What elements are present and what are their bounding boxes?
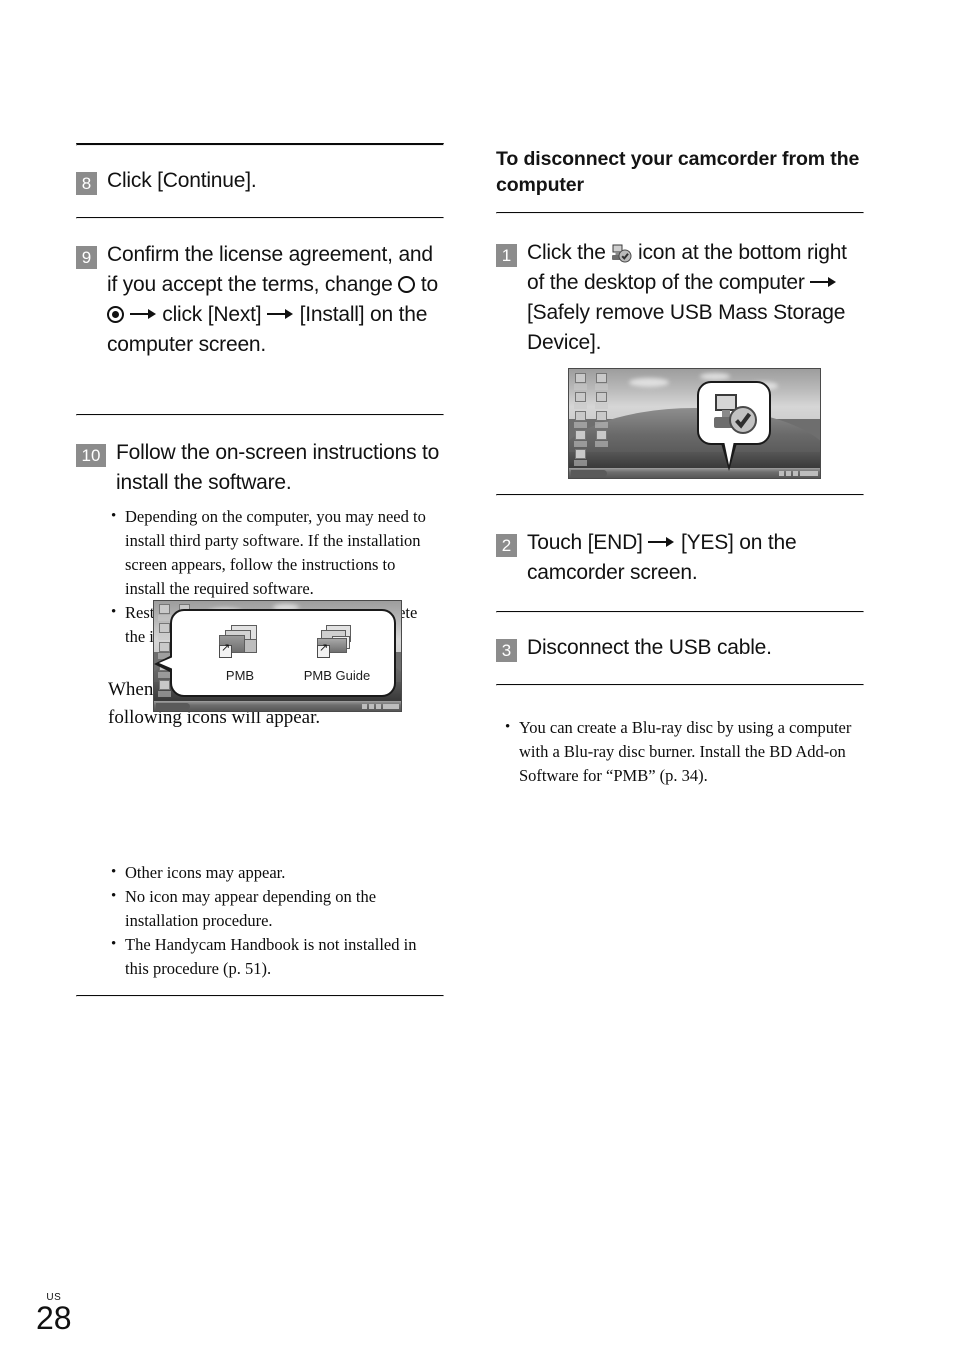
- step-8: 8 Click [Continue].: [76, 166, 442, 196]
- list-item: No icon may appear depending on the inst…: [108, 884, 438, 933]
- pmb-desktop-screenshot: PMB PMB Guide: [153, 600, 402, 712]
- shortcut-arrow-icon: [219, 642, 232, 658]
- step-2-text: Touch [END] [YES] on the camcorder scree…: [527, 528, 866, 588]
- desktop-icon: [574, 430, 587, 447]
- safely-remove-usb-icon: [611, 242, 632, 263]
- divider: [76, 217, 444, 219]
- step-3: 3 Disconnect the USB cable.: [496, 633, 866, 663]
- callout-bubble: PMB PMB Guide: [154, 609, 396, 697]
- taskbar: [154, 701, 401, 711]
- pmb-shortcut-icon[interactable]: PMB: [202, 625, 278, 683]
- icon-label: PMB Guide: [303, 668, 371, 683]
- safely-remove-usb-icon-zoom: [712, 393, 758, 440]
- list-item: Depending on the computer, you may need …: [108, 504, 434, 601]
- step-number-badge: 8: [76, 172, 97, 195]
- system-tray: [362, 704, 399, 709]
- shortcut-arrow-icon: [317, 642, 330, 658]
- step-number-badge: 2: [496, 534, 517, 557]
- desktop-icon: [574, 373, 587, 390]
- arrow-right-icon: [129, 308, 157, 320]
- divider: [76, 995, 444, 997]
- step-9-text-d: click [Next]: [156, 303, 268, 326]
- step-9: 9 Confirm the license agreement, and if …: [76, 240, 442, 360]
- step-number-badge: 1: [496, 244, 517, 267]
- divider: [496, 212, 864, 214]
- step-9-text-b: to: [415, 273, 439, 296]
- radio-selected-icon: [107, 306, 124, 323]
- desktop-icon: [595, 430, 608, 447]
- callout-bubble: [697, 381, 771, 471]
- taskbar: [569, 468, 820, 478]
- final-note-list: You can create a Blu-ray disc by using a…: [502, 715, 870, 788]
- start-button[interactable]: [156, 703, 190, 710]
- list-item: The Handycam Handbook is not installed i…: [108, 932, 438, 981]
- step-1-text: Click the icon at the bottom right of th…: [527, 238, 866, 358]
- step-9-text-a: Confirm the license agreement, and if yo…: [107, 243, 433, 296]
- step-1-text-c: [Safely remove USB Mass Storage Device].: [527, 301, 846, 354]
- step-3-text: Disconnect the USB cable.: [527, 636, 772, 659]
- start-button[interactable]: [571, 470, 607, 477]
- arrow-right-icon: [267, 308, 294, 320]
- step-10: 10 Follow the on-screen instructions to …: [76, 438, 442, 498]
- list-item: You can create a Blu-ray disc by using a…: [502, 715, 870, 788]
- after-install-note-list: Other icons may appear. No icon may appe…: [108, 860, 438, 981]
- desktop-icon: [574, 411, 587, 428]
- photo-stack-icon: [217, 625, 263, 665]
- divider: [496, 684, 864, 686]
- desktop-icon: [574, 392, 587, 409]
- step-number-badge: 10: [76, 444, 106, 467]
- radio-unselected-icon: [398, 276, 416, 293]
- step-9-text: Confirm the license agreement, and if yo…: [107, 240, 442, 360]
- step-2-text-a: Touch [END]: [527, 531, 649, 554]
- page-number: US 28: [36, 1292, 72, 1335]
- pmb-guide-shortcut-icon[interactable]: PMB Guide: [294, 625, 380, 683]
- divider: [496, 611, 864, 613]
- divider: [76, 414, 444, 416]
- step-8-text: Click [Continue].: [107, 169, 257, 192]
- step-number-badge: 9: [76, 246, 97, 269]
- desktop-icon: [158, 604, 171, 621]
- divider: [496, 494, 864, 496]
- desktop-icon: [595, 392, 608, 409]
- section-heading: To disconnect your camcorder from the co…: [496, 148, 860, 196]
- desktop-icon: [595, 373, 608, 390]
- step-2: 2 Touch [END] [YES] on the camcorder scr…: [496, 528, 866, 588]
- desktop-icon: [595, 411, 608, 428]
- document-stack-icon: [314, 625, 360, 665]
- list-item: Other icons may appear.: [108, 860, 438, 885]
- step-1-text-a: Click the: [527, 241, 612, 264]
- page-number-value: 28: [36, 1300, 72, 1336]
- cloud-shape: [629, 377, 670, 387]
- icon-label: PMB: [225, 668, 255, 683]
- arrow-right-icon: [810, 276, 837, 288]
- desktop-icon: [574, 449, 587, 466]
- arrow-right-icon: [648, 536, 675, 548]
- divider: [76, 143, 444, 146]
- system-tray: [779, 471, 818, 476]
- step-1: 1 Click the icon at the bottom right of …: [496, 238, 866, 358]
- step-number-badge: 3: [496, 639, 517, 662]
- safely-remove-screenshot: [568, 368, 821, 479]
- step-10-text: Follow the on-screen instructions to ins…: [116, 441, 440, 494]
